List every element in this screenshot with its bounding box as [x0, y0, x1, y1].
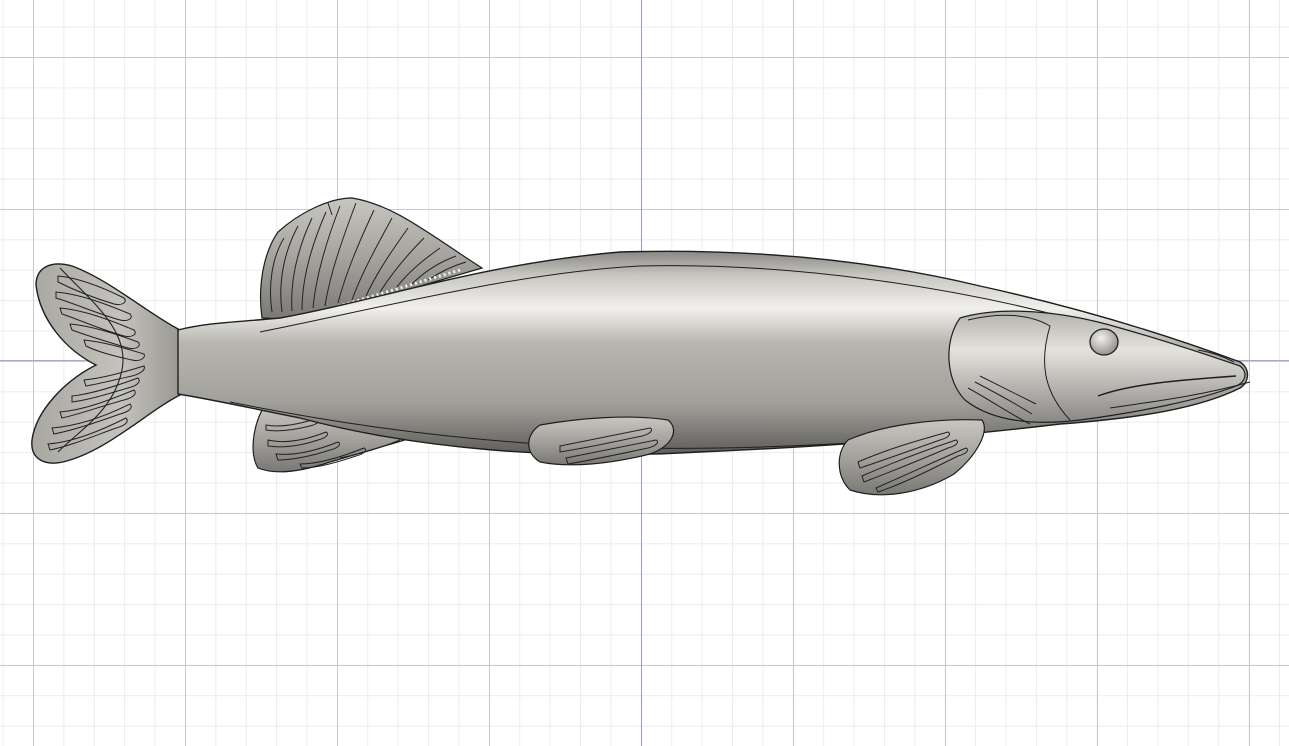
- pelvic-fin: [528, 416, 674, 466]
- canvas-viewport[interactable]: [0, 0, 1289, 746]
- fish-model[interactable]: [0, 0, 1289, 746]
- fish-eye: [1089, 328, 1119, 356]
- tail-fin: [31, 263, 181, 464]
- fish-head: [948, 310, 1251, 425]
